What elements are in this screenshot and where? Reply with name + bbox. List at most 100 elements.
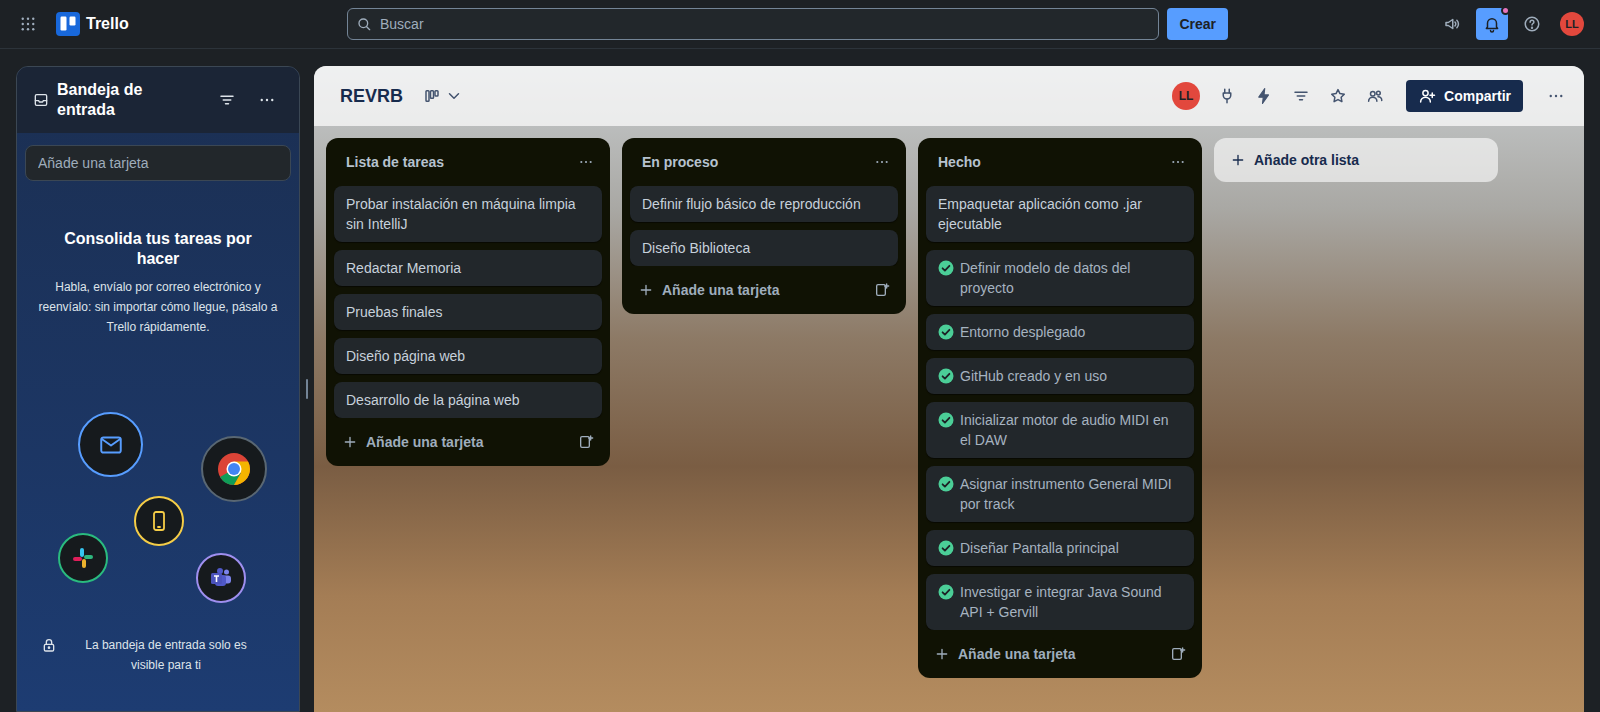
list-footer: Añade una tarjeta [918,630,1202,678]
unread-dot [1501,6,1510,15]
list-footer: Añade una tarjeta [622,266,906,314]
card[interactable]: Investigar e integrar Java Sound API + G… [926,574,1194,630]
card-title: Definir flujo básico de reproducción [642,194,886,214]
plus-icon [934,646,950,662]
card-title: Asignar instrumento General MIDI por tra… [960,474,1182,514]
view-switcher[interactable] [423,87,463,105]
check-circle-icon [938,540,954,556]
card[interactable]: Pruebas finales [334,294,602,330]
list-title[interactable]: Hecho [938,152,1162,173]
board-name[interactable]: REVRB [340,83,403,110]
mail-icon [78,412,143,477]
power-up-icon[interactable] [1213,82,1241,110]
plus-icon [638,282,654,298]
share-button[interactable]: Compartir [1406,80,1523,112]
phone-icon [134,496,184,546]
list-title[interactable]: En proceso [642,152,866,173]
share-label: Compartir [1444,86,1511,107]
check-circle-icon [938,260,954,276]
create-button[interactable]: Crear [1167,8,1228,40]
plus-icon [342,434,358,450]
card-list: Definir flujo básico de reproducción Dise… [622,186,906,266]
chrome-icon [201,436,267,502]
card-title: Pruebas finales [346,302,590,322]
star-icon[interactable] [1324,82,1352,110]
inbox-input-wrap [17,133,299,181]
megaphone-icon[interactable] [1436,8,1468,40]
inbox-illustration [17,411,299,611]
search-icon [356,16,372,32]
card[interactable]: GitHub creado y en uso [926,358,1194,394]
card[interactable]: Definir flujo básico de reproducción [630,186,898,222]
board: REVRB LL Compartir Lista de tareas Probar in… [314,66,1584,712]
privacy-note: La bandeja de entrada solo es visible pa… [73,635,259,675]
topbar-left: Trello [12,8,347,40]
template-icon[interactable] [1162,638,1194,670]
member-avatar[interactable]: LL [1172,82,1200,110]
card-title: Empaquetar aplicación como .jar ejecutab… [938,194,1182,234]
add-card-button[interactable]: Añade una tarjeta [630,274,862,306]
card[interactable]: Diseño Biblioteca [630,230,898,266]
filter-icon[interactable] [1287,82,1315,110]
board-lists: Lista de tareas Probar instalación en máq… [314,126,1584,712]
topbar-right: LL [1228,8,1588,40]
trello-logo-icon [56,12,80,36]
more-icon[interactable] [251,84,283,116]
app-name: Trello [86,12,129,36]
bell-icon[interactable] [1476,8,1508,40]
card[interactable]: Diseñar Pantalla principal [926,530,1194,566]
card-title: Definir modelo de datos del proyecto [960,258,1182,298]
trello-logo[interactable]: Trello [56,12,129,36]
card-title: Inicializar motor de audio MIDI en el DA… [960,410,1182,450]
plus-icon [1230,152,1246,168]
check-circle-icon [938,476,954,492]
add-user-icon [1418,87,1436,105]
template-icon[interactable] [866,274,898,306]
card[interactable]: Probar instalación en máquina limpia sin… [334,186,602,242]
search-field[interactable] [347,8,1159,40]
card-title: Entorno desplegado [960,322,1182,342]
check-circle-icon [938,368,954,384]
card[interactable]: Inicializar motor de audio MIDI en el DA… [926,402,1194,458]
add-card-input[interactable] [25,145,291,181]
card[interactable]: Redactar Memoria [334,250,602,286]
add-card-label: Añade una tarjeta [662,280,779,301]
add-list-button[interactable]: Añade otra lista [1214,138,1498,182]
card[interactable]: Desarrollo de la página web [334,382,602,418]
inbox-header: Bandeja de entrada [17,67,299,133]
filter-icon[interactable] [211,84,243,116]
card[interactable]: Empaquetar aplicación como .jar ejecutab… [926,186,1194,242]
list-title[interactable]: Lista de tareas [346,152,570,173]
card[interactable]: Asignar instrumento General MIDI por tra… [926,466,1194,522]
add-card-label: Añade una tarjeta [366,432,483,453]
members-icon[interactable] [1361,82,1389,110]
panel-resizer[interactable] [300,66,314,712]
board-actions: LL Compartir [1172,80,1572,112]
add-list-label: Añade otra lista [1254,150,1359,171]
help-icon[interactable] [1516,8,1548,40]
teams-icon [196,553,246,603]
add-card-button[interactable]: Añade una tarjeta [334,426,566,458]
card[interactable]: Definir modelo de datos del proyecto [926,250,1194,306]
more-icon[interactable] [1540,80,1572,112]
list-menu-icon[interactable] [570,146,602,178]
automation-icon[interactable] [1250,82,1278,110]
card-title: GitHub creado y en uso [960,366,1182,386]
list-menu-icon[interactable] [1162,146,1194,178]
add-card-button[interactable]: Añade una tarjeta [926,638,1158,670]
topbar-center: Crear [347,8,1228,40]
chevron-down-icon [445,87,463,105]
search-input[interactable] [380,14,1150,35]
list-menu-icon[interactable] [866,146,898,178]
card-title: Investigar e integrar Java Sound API + G… [960,582,1182,622]
card[interactable]: Diseño página web [334,338,602,374]
user-avatar[interactable]: LL [1560,12,1584,36]
inbox-description: Habla, envíalo por correo electrónico y … [17,277,299,337]
inbox-privacy: La bandeja de entrada solo es visible pa… [17,635,299,675]
template-icon[interactable] [570,426,602,458]
apps-grid-icon[interactable] [12,8,44,40]
card[interactable]: Entorno desplegado [926,314,1194,350]
resizer-handle [306,379,308,399]
slack-icon [58,533,108,583]
check-circle-icon [938,412,954,428]
